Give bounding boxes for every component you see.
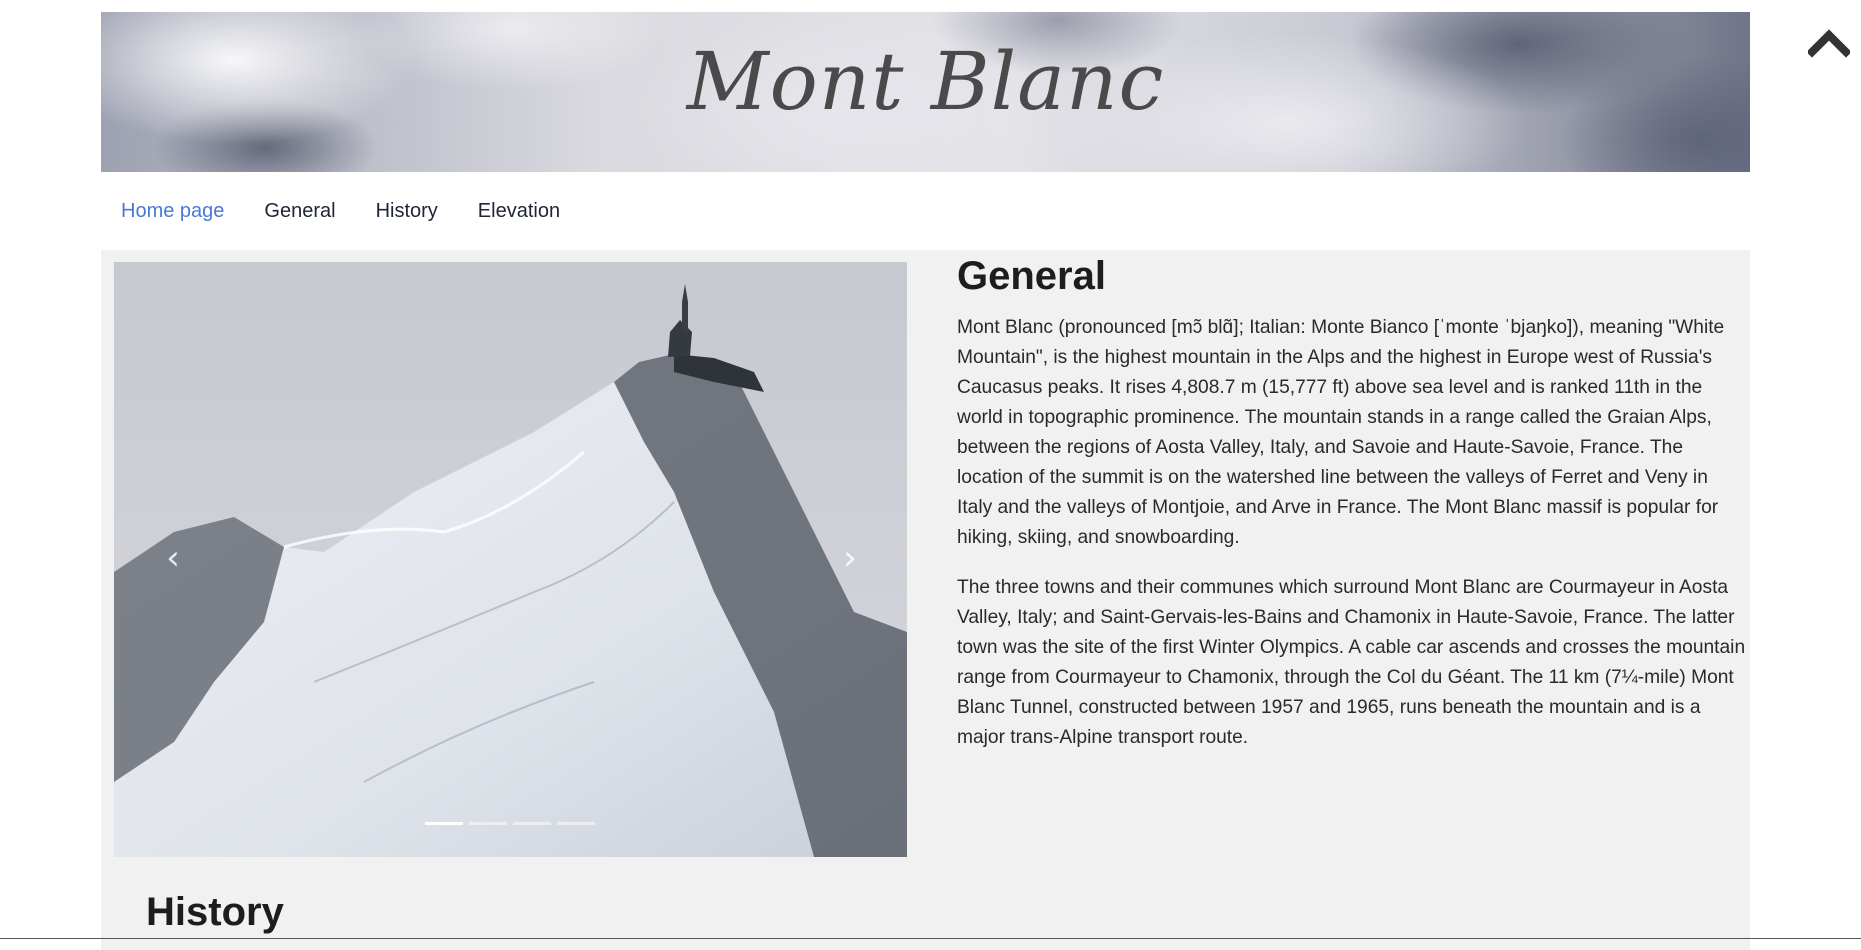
- image-carousel[interactable]: ‹ ›: [114, 262, 907, 857]
- chevron-up-icon: [1806, 29, 1852, 58]
- general-heading: General: [957, 254, 1106, 298]
- mountain-photo: [114, 262, 907, 857]
- nav-elevation[interactable]: Elevation: [478, 200, 560, 223]
- page-container: Mont Blanc Home page General History Ele…: [101, 12, 1750, 950]
- carousel-indicator[interactable]: [469, 822, 507, 825]
- nav-home[interactable]: Home page: [121, 200, 224, 223]
- history-heading: History: [146, 890, 284, 934]
- general-paragraph: Mont Blanc (pronounced [mɔ̃ blɑ̃]; Itali…: [957, 317, 1725, 548]
- carousel-indicator[interactable]: [513, 822, 551, 825]
- carousel-next-button[interactable]: ›: [835, 538, 865, 578]
- carousel-indicator[interactable]: [425, 822, 463, 825]
- general-paragraph: The three towns and their communes which…: [957, 577, 1746, 748]
- carousel-indicator[interactable]: [557, 822, 595, 825]
- carousel-prev-button[interactable]: ‹: [158, 538, 188, 578]
- window-bottom-border: [0, 938, 1861, 939]
- main-nav: Home page General History Elevation: [101, 172, 1750, 250]
- general-section: General Mont Blanc (pronounced [mɔ̃ blɑ̃…: [957, 250, 1747, 773]
- chevron-right-icon: ›: [843, 538, 857, 578]
- nav-history[interactable]: History: [376, 200, 438, 223]
- carousel-indicators: [425, 822, 601, 825]
- back-to-top-button[interactable]: [1806, 26, 1852, 58]
- nav-general[interactable]: General: [264, 200, 335, 223]
- header-banner: Mont Blanc: [101, 12, 1750, 172]
- main-content: ‹ › General Mont Blanc (pronounced [mɔ̃ …: [101, 250, 1750, 950]
- chevron-left-icon: ‹: [166, 538, 180, 578]
- site-title: Mont Blanc: [686, 35, 1165, 128]
